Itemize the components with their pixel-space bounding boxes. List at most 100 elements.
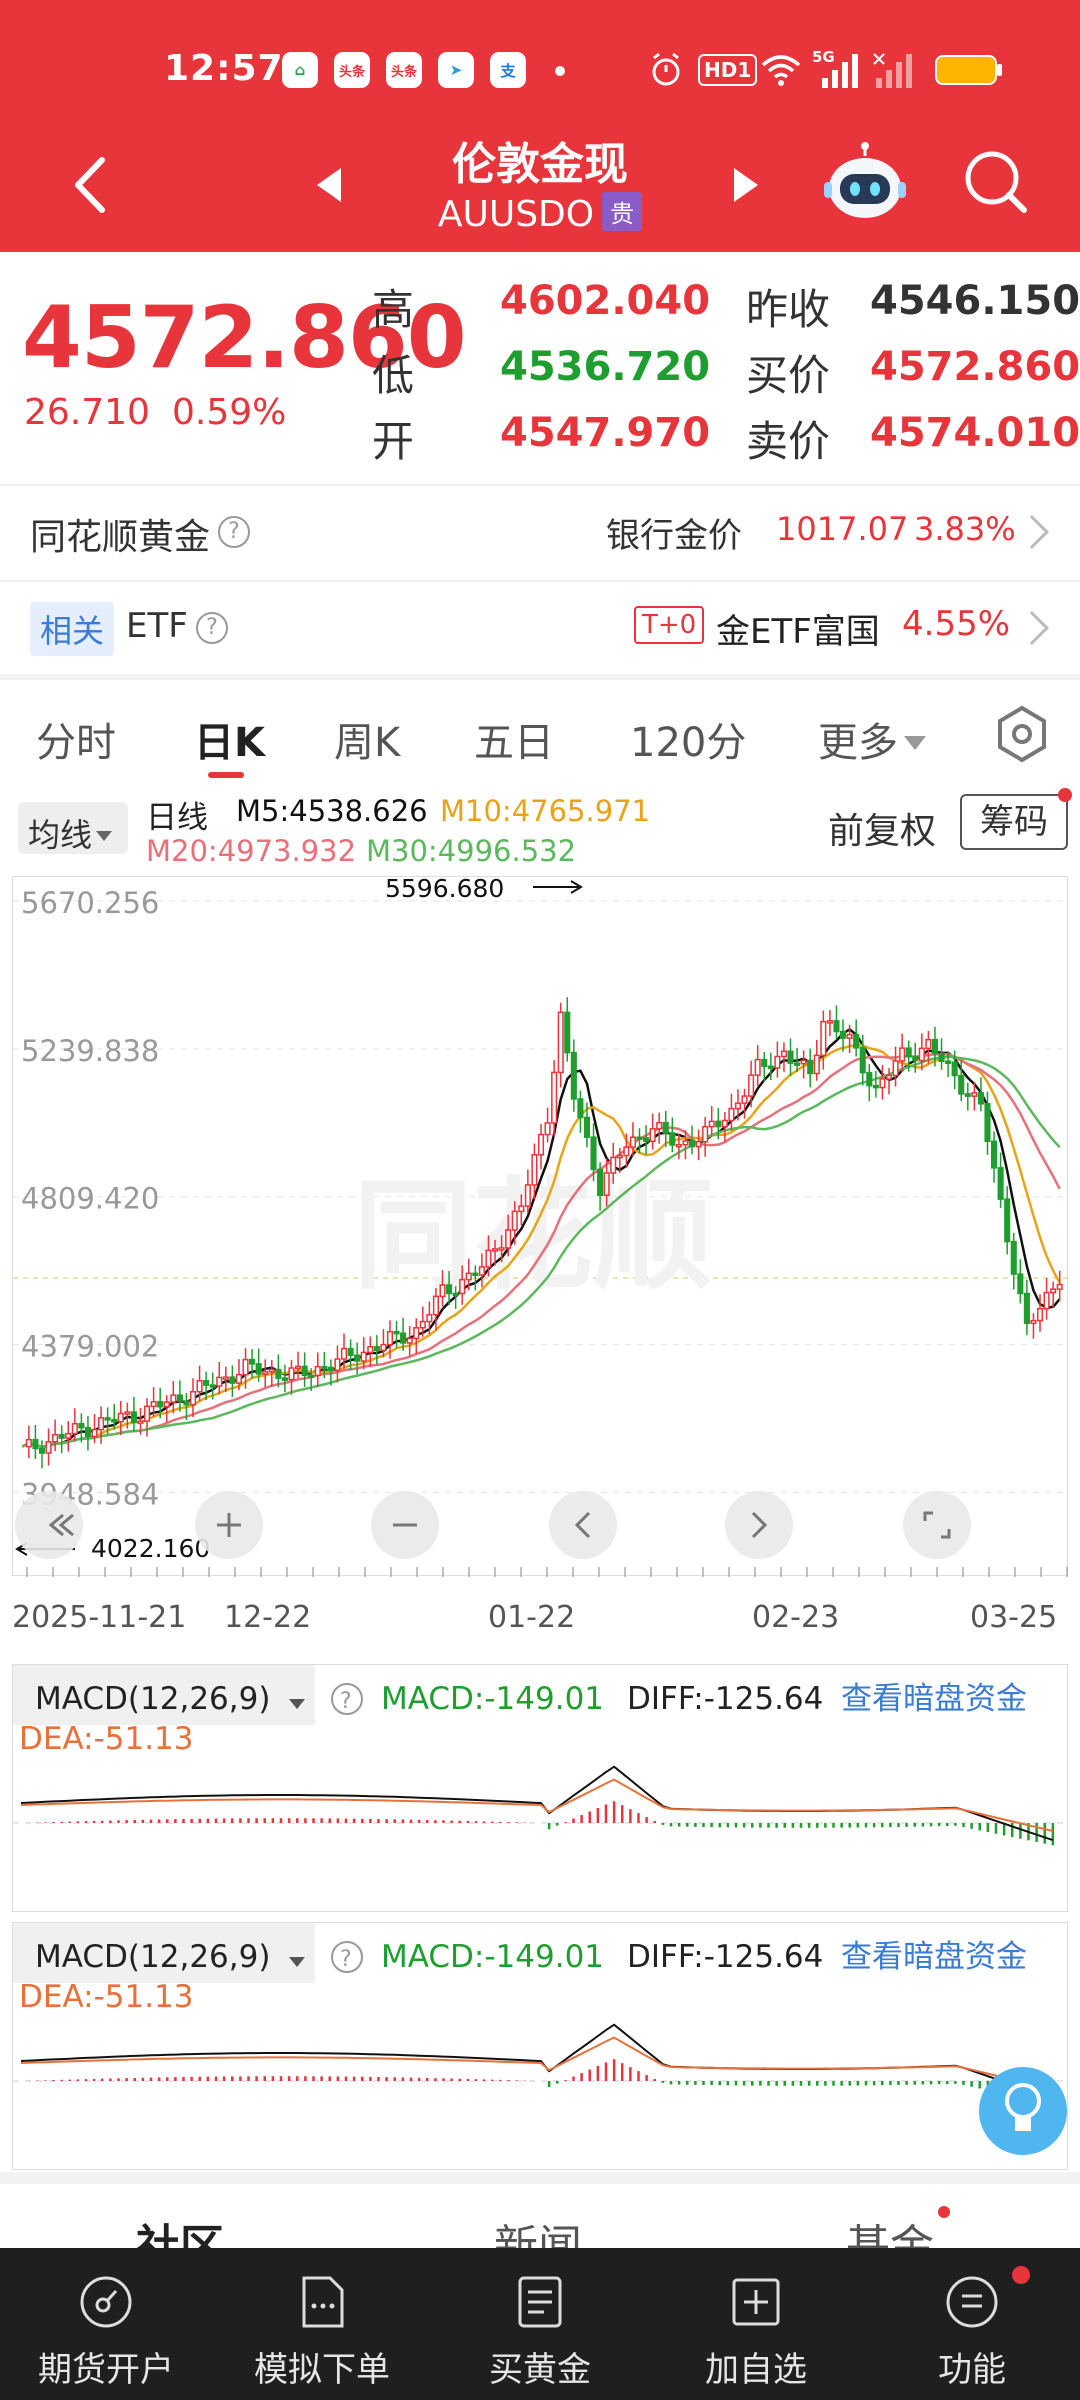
candle-body xyxy=(511,1210,518,1231)
notification-dot-icon xyxy=(938,2206,950,2218)
alipay-icon: 支 xyxy=(490,52,526,88)
candle-body xyxy=(734,1102,742,1110)
candle-body xyxy=(45,1441,52,1454)
candle-body xyxy=(977,1092,984,1105)
tab-daily-k[interactable]: 日K xyxy=(194,710,265,768)
high-label: 高 xyxy=(372,285,415,334)
tab-120min[interactable]: 120分 xyxy=(630,710,746,768)
candle-body xyxy=(780,1050,787,1058)
signal-icon xyxy=(872,50,920,90)
candle-body xyxy=(203,1380,210,1386)
prev-instrument-button[interactable] xyxy=(305,160,355,210)
date-label: 12-22 xyxy=(224,1600,312,1635)
tab-more[interactable]: 更多 xyxy=(818,710,926,768)
y-tick-label: 4379.002 xyxy=(21,1330,159,1364)
candle-body xyxy=(787,1050,794,1064)
macd-panel-2[interactable]: MACD(12,26,9) ? MACD:-149.01 DIFF:-125.6… xyxy=(12,1922,1069,2170)
candle-body xyxy=(117,1412,124,1423)
triangle-left-icon xyxy=(317,168,341,202)
help-icon[interactable]: ? xyxy=(196,612,228,644)
candle-body xyxy=(748,1074,755,1097)
tab-five-day[interactable]: 五日 xyxy=(474,710,554,768)
signal-5g-icon: 5G xyxy=(812,48,860,90)
candle-body xyxy=(321,1365,328,1370)
candle-body xyxy=(432,1295,439,1316)
lightbulb-assistant-button xyxy=(979,2067,1067,2155)
candle-body xyxy=(636,1136,643,1140)
bank-gold-pct: 3.83% xyxy=(914,510,1016,548)
candle-body xyxy=(367,1346,374,1354)
nav-futures-account[interactable]: 期货开户 xyxy=(6,2262,206,2392)
diff-line xyxy=(20,1765,1054,1842)
macd-value: MACD:-149.01 xyxy=(381,1681,604,1717)
candle-body xyxy=(991,1140,998,1169)
candle-body xyxy=(413,1327,420,1340)
alarm-icon xyxy=(648,50,684,90)
period-tabs: 分时 日K 周K 五日 120分 更多 xyxy=(0,680,1080,780)
tab-fund[interactable]: 基金 xyxy=(846,2210,934,2248)
macd-title: MACD(12,26,9) xyxy=(35,1939,270,1975)
candle-body xyxy=(373,1346,380,1352)
candle-body xyxy=(669,1132,676,1146)
help-icon[interactable]: ? xyxy=(218,516,250,548)
candle-body xyxy=(833,1020,840,1033)
candle-body xyxy=(465,1272,472,1281)
candle-body xyxy=(334,1358,341,1371)
candle-body xyxy=(931,1038,939,1055)
tab-weekly-k[interactable]: 周K xyxy=(334,710,400,768)
candle-body xyxy=(242,1358,249,1376)
nav-buy-gold[interactable]: 买黄金 xyxy=(440,2262,640,2392)
candle-body xyxy=(629,1136,636,1148)
candle-body xyxy=(163,1401,170,1408)
next-instrument-button[interactable] xyxy=(720,160,770,210)
menu-circle-icon xyxy=(946,2276,998,2328)
search-button[interactable] xyxy=(960,146,1030,216)
chevron-right-icon xyxy=(1015,515,1049,549)
tab-community[interactable]: 社区 xyxy=(136,2210,224,2248)
tab-intraday[interactable]: 分时 xyxy=(36,710,116,768)
kline-chart[interactable]: 5670.256 5239.838 4809.420 4379.002 3948.584… xyxy=(12,874,1069,1577)
candle-body xyxy=(675,1143,682,1148)
chart-settings-button[interactable] xyxy=(992,704,1052,764)
list-doc-icon xyxy=(518,2276,562,2328)
candle-body xyxy=(25,1438,32,1448)
ma-selector[interactable]: 均线 xyxy=(18,802,128,854)
back-button[interactable] xyxy=(60,150,130,220)
ai-assistant-button[interactable] xyxy=(820,142,910,222)
candle-body xyxy=(1043,1291,1050,1310)
quote-panel: 4572.860 26.710 0.59% 高 4602.040 低 4536.7… xyxy=(0,252,1080,484)
candle-body xyxy=(58,1433,65,1439)
document-icon xyxy=(302,2276,344,2328)
y-tick-label: 5670.256 xyxy=(21,886,159,920)
home-app-icon: ⌂ xyxy=(282,52,318,88)
related-etf-row[interactable]: 相关 ETF ? T+0 金ETF富国 4.55% xyxy=(0,582,1080,674)
nav-add-watchlist[interactable]: 加自选 xyxy=(656,2262,856,2392)
ths-gold-row[interactable]: 同花顺黄金 ? 银行金价 1017.07 3.83% xyxy=(0,486,1080,578)
candle-body xyxy=(1030,1319,1037,1324)
candle-body xyxy=(728,1107,735,1122)
svg-text:?: ? xyxy=(340,1947,352,1972)
candle-body xyxy=(491,1248,499,1252)
active-tab-indicator xyxy=(208,772,244,778)
macd-panel-1[interactable]: MACD(12,26,9) ? MACD:-149.01 DIFF:-125.6… xyxy=(12,1664,1069,1912)
kline-svg: 5670.2565239.8384809.4204379.0023948.584… xyxy=(13,874,1069,1577)
etf-pct: 4.55% xyxy=(902,604,1011,644)
candle-body xyxy=(590,1136,597,1171)
tab-news[interactable]: 新闻 xyxy=(494,2210,582,2248)
candle-body xyxy=(209,1384,216,1388)
candle-body xyxy=(682,1140,689,1146)
candle-body xyxy=(65,1432,72,1439)
ask-label: 卖价 xyxy=(746,417,831,466)
chip-distribution-button[interactable]: 筹码 xyxy=(960,794,1068,850)
candle-body xyxy=(268,1368,275,1373)
candle-body xyxy=(91,1428,98,1438)
instrument-title: 伦敦金现 xyxy=(452,139,628,190)
candle-body xyxy=(505,1229,512,1249)
candle-body xyxy=(846,1033,853,1039)
nav-functions[interactable]: 功能 xyxy=(872,2262,1072,2392)
candle-body xyxy=(157,1401,164,1408)
nav-paper-trade[interactable]: 模拟下单 xyxy=(222,2262,422,2392)
candle-body xyxy=(104,1417,111,1421)
adjustment-label[interactable]: 前复权 xyxy=(828,802,936,854)
candle-body xyxy=(288,1367,295,1381)
